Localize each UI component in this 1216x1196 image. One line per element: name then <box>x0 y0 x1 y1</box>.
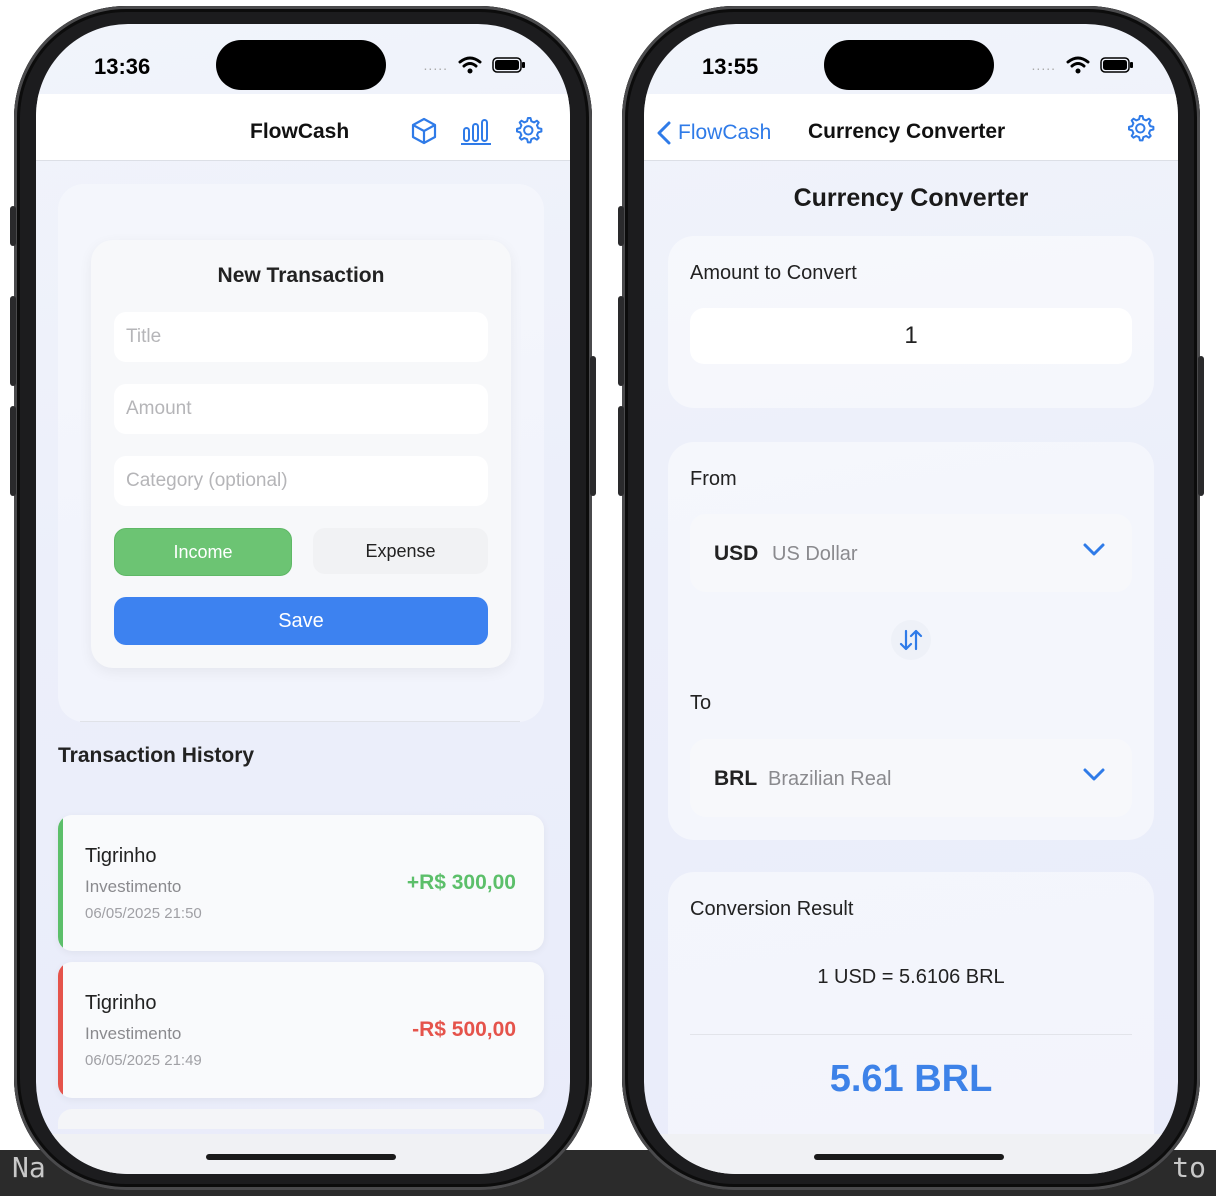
transaction-title: Tigrinho <box>85 845 157 867</box>
side-button <box>1198 356 1204 496</box>
phone-frame-right: 13:55 ..... FlowCash Currency Converter <box>618 6 1204 1190</box>
dynamic-island <box>216 40 386 90</box>
to-label: To <box>690 692 712 714</box>
to-currency-select[interactable]: BRL Brazilian Real <box>690 739 1132 817</box>
from-currency-code: USD <box>714 542 759 565</box>
status-icons: ..... <box>1032 56 1134 74</box>
converted-value: 5.61 BRL <box>829 1058 993 1100</box>
gear-icon[interactable] <box>512 114 544 146</box>
result-divider <box>690 1034 1132 1035</box>
expense-button[interactable]: Expense <box>313 528 488 574</box>
home-indicator[interactable] <box>206 1154 396 1160</box>
to-currency-code: BRL <box>714 767 758 790</box>
dynamic-island <box>824 40 994 90</box>
swap-arrows-icon <box>899 629 923 651</box>
back-button-label: FlowCash <box>678 121 772 144</box>
exchange-rate-text: 1 USD = 5.6106 BRL <box>817 966 1005 988</box>
new-transaction-card: New Transaction Income Expense Save <box>91 240 511 668</box>
gear-icon[interactable] <box>1124 112 1156 144</box>
chevron-left-icon <box>657 121 671 145</box>
from-currency-select[interactable]: USD US Dollar <box>690 514 1132 592</box>
side-button <box>618 406 624 496</box>
currency-converter-screen: 13:55 ..... FlowCash Currency Converter <box>644 24 1178 1174</box>
title-input[interactable] <box>114 312 488 362</box>
amount-input[interactable] <box>114 384 488 434</box>
battery-icon <box>492 57 525 73</box>
expense-indicator-bar <box>58 962 63 1098</box>
save-button[interactable]: Save <box>114 597 488 645</box>
signal-dots: ..... <box>423 57 448 73</box>
navigation-bar: FlowCash Currency Converter <box>644 94 1178 161</box>
transaction-title: Tigrinho <box>85 992 157 1014</box>
nav-title: Currency Converter <box>808 120 1006 143</box>
amount-input[interactable]: 1 <box>690 308 1132 364</box>
amount-section: Amount to Convert 1 <box>668 236 1154 408</box>
status-icons: ..... <box>424 56 526 74</box>
side-button <box>10 296 16 386</box>
category-input[interactable] <box>114 456 488 506</box>
transaction-item[interactable]: Tigrinho Investimento 06/05/2025 21:49 -… <box>58 962 544 1098</box>
nav-title: FlowCash <box>250 120 350 143</box>
amount-label: Amount to Convert <box>690 262 857 284</box>
to-currency-name: Brazilian Real <box>768 768 892 790</box>
income-button[interactable]: Income <box>114 528 292 576</box>
form-title: New Transaction <box>217 264 385 287</box>
transaction-amount: -R$ 500,00 <box>412 1018 516 1041</box>
income-indicator-bar <box>58 815 63 951</box>
chevron-down-icon <box>1083 768 1105 781</box>
transaction-date: 06/05/2025 21:50 <box>85 905 202 922</box>
transaction-category: Investimento <box>85 877 182 896</box>
transaction-amount: +R$ 300,00 <box>406 871 516 894</box>
transaction-item-partial <box>58 1109 544 1129</box>
side-button <box>10 206 16 246</box>
navigation-bar: FlowCash <box>36 94 570 161</box>
amount-value: 1 <box>904 322 918 349</box>
history-title: Transaction History <box>58 744 255 767</box>
side-button <box>10 406 16 496</box>
side-button <box>590 356 596 496</box>
swap-currencies-button[interactable] <box>891 620 931 660</box>
back-button[interactable]: FlowCash <box>656 120 771 146</box>
status-time: 13:55 <box>702 54 759 79</box>
transaction-category: Investimento <box>85 1024 182 1043</box>
section-divider <box>80 721 520 722</box>
flowcash-screen: 13:36 ..... FlowCash New Transaction Tit… <box>36 24 570 1174</box>
chevron-down-icon <box>1083 543 1105 556</box>
from-currency-name: US Dollar <box>772 543 858 565</box>
side-button <box>618 296 624 386</box>
result-label: Conversion Result <box>690 898 854 920</box>
from-label: From <box>690 468 737 490</box>
wifi-icon <box>1066 56 1090 74</box>
transaction-date: 06/05/2025 21:49 <box>85 1052 202 1069</box>
chart-icon[interactable] <box>460 116 492 146</box>
cube-icon[interactable] <box>409 116 439 146</box>
page-heading: Currency Converter <box>793 184 1029 212</box>
status-time: 13:36 <box>94 54 151 79</box>
wifi-icon <box>458 56 482 74</box>
phone-frame-left: 13:36 ..... FlowCash New Transaction Tit… <box>10 6 596 1190</box>
battery-icon <box>1100 57 1133 73</box>
conversion-result-section: Conversion Result 1 USD = 5.6106 BRL 5.6… <box>668 872 1154 1174</box>
transaction-item[interactable]: Tigrinho Investimento 06/05/2025 21:50 +… <box>58 815 544 951</box>
side-button <box>618 206 624 246</box>
currency-selection-section: From USD US Dollar To BRL Brazilian Real <box>668 442 1154 840</box>
signal-dots: ..... <box>1031 57 1056 73</box>
home-indicator[interactable] <box>814 1154 1004 1160</box>
